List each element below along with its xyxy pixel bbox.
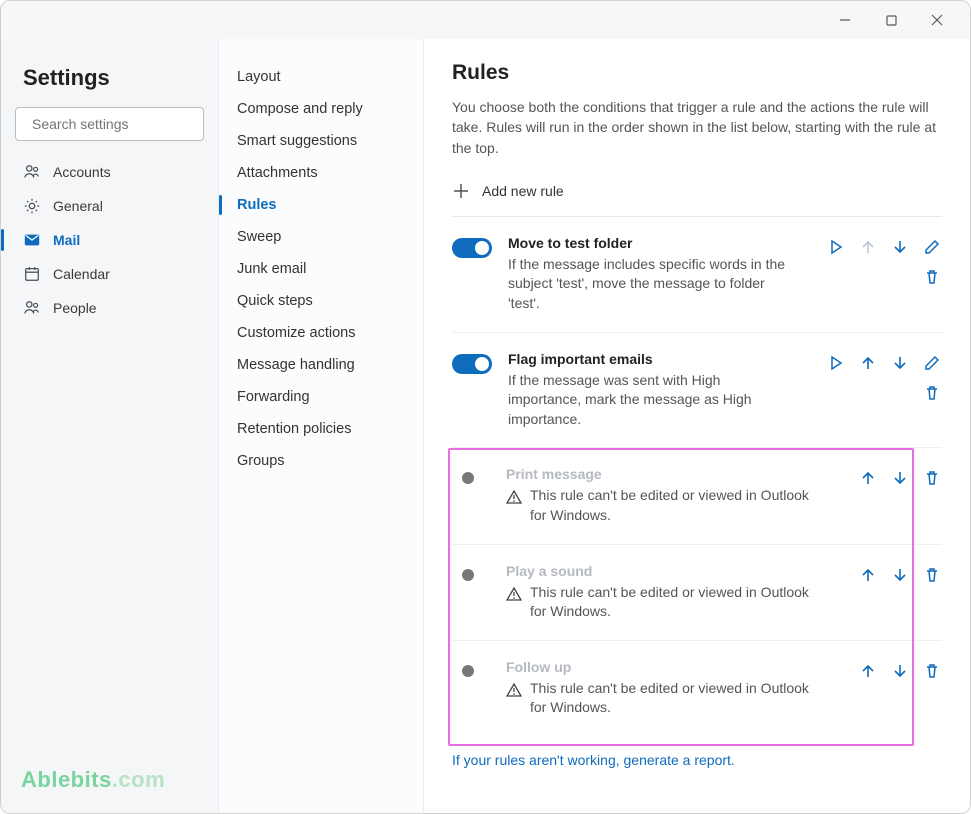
rule-row: Play a sound This rule can't be edited o… [452, 545, 942, 641]
move-up-button[interactable] [858, 565, 878, 585]
rules-panel: Rules You choose both the conditions tha… [424, 39, 970, 813]
delete-rule-button[interactable] [922, 468, 942, 488]
nav-accounts-label: Accounts [53, 164, 111, 180]
subnav-groups[interactable]: Groups [219, 445, 423, 477]
rule-description: This rule can't be edited or viewed in O… [530, 583, 810, 622]
move-down-button[interactable] [890, 353, 910, 373]
plus-icon [452, 182, 470, 200]
nav-general[interactable]: General [1, 189, 218, 223]
titlebar [1, 1, 970, 39]
nav-mail[interactable]: Mail [1, 223, 218, 257]
move-up-button[interactable] [858, 661, 878, 681]
add-rule-label: Add new rule [482, 183, 564, 199]
minimize-button[interactable] [822, 4, 868, 36]
maximize-button[interactable] [868, 4, 914, 36]
mail-icon [23, 231, 41, 249]
generate-report-link[interactable]: If your rules aren't working, generate a… [452, 752, 942, 768]
subnav-layout[interactable]: Layout [219, 61, 423, 93]
subnav-forwarding[interactable]: Forwarding [219, 381, 423, 413]
rule-name: Flag important emails [508, 351, 810, 367]
delete-rule-button[interactable] [922, 383, 942, 403]
add-rule-button[interactable]: Add new rule [452, 176, 942, 217]
rule-name: Follow up [506, 659, 842, 675]
calendar-icon [23, 265, 41, 283]
warning-icon [506, 682, 522, 698]
move-down-button[interactable] [890, 468, 910, 488]
rule-disabled-dot [462, 665, 474, 677]
nav-people[interactable]: People [1, 291, 218, 325]
rule-disabled-dot [462, 569, 474, 581]
rule-name: Play a sound [506, 563, 842, 579]
nav-calendar-label: Calendar [53, 266, 110, 282]
warning-icon [506, 489, 522, 505]
rule-row: Print message This rule can't be edited … [452, 448, 942, 544]
run-rule-button[interactable] [826, 353, 846, 373]
mail-settings-subnav: Layout Compose and reply Smart suggestio… [219, 39, 424, 813]
move-down-button[interactable] [890, 565, 910, 585]
rules-description: You choose both the conditions that trig… [452, 97, 942, 158]
edit-rule-button[interactable] [922, 237, 942, 257]
settings-sidebar: Settings Accounts General Mail Calendar [1, 39, 219, 813]
nav-calendar[interactable]: Calendar [1, 257, 218, 291]
subnav-smart[interactable]: Smart suggestions [219, 125, 423, 157]
delete-rule-button[interactable] [922, 661, 942, 681]
warning-icon [506, 586, 522, 602]
rule-description: If the message was sent with High import… [508, 371, 788, 430]
brand-pre: Ablebits [21, 767, 112, 792]
nav-accounts[interactable]: Accounts [1, 155, 218, 189]
subnav-retention[interactable]: Retention policies [219, 413, 423, 445]
delete-rule-button[interactable] [922, 565, 942, 585]
edit-rule-button[interactable] [922, 353, 942, 373]
subnav-compose[interactable]: Compose and reply [219, 93, 423, 125]
rule-description: This rule can't be edited or viewed in O… [530, 486, 810, 525]
nav-people-label: People [53, 300, 97, 316]
move-down-button[interactable] [890, 237, 910, 257]
rule-row: Move to test folder If the message inclu… [452, 217, 942, 333]
close-button[interactable] [914, 4, 960, 36]
move-up-button [858, 237, 878, 257]
delete-rule-button[interactable] [922, 267, 942, 287]
rule-row: Flag important emails If the message was… [452, 333, 942, 449]
settings-title: Settings [1, 57, 218, 107]
people-icon [23, 299, 41, 317]
move-up-button[interactable] [858, 468, 878, 488]
accounts-icon [23, 163, 41, 181]
nav-general-label: General [53, 198, 103, 214]
search-settings[interactable] [15, 107, 204, 141]
subnav-junk[interactable]: Junk email [219, 253, 423, 285]
move-down-button[interactable] [890, 661, 910, 681]
brand-watermark: Ablebits.com [1, 767, 218, 813]
subnav-attachments[interactable]: Attachments [219, 157, 423, 189]
rule-row: Follow up This rule can't be edited or v… [452, 641, 942, 736]
rule-description: This rule can't be edited or viewed in O… [530, 679, 810, 718]
search-input[interactable] [30, 115, 215, 133]
subnav-handling[interactable]: Message handling [219, 349, 423, 381]
brand-post: .com [112, 767, 165, 792]
rule-toggle[interactable] [452, 238, 492, 258]
rule-disabled-dot [462, 472, 474, 484]
rule-name: Print message [506, 466, 842, 482]
move-up-button[interactable] [858, 353, 878, 373]
subnav-rules[interactable]: Rules [219, 189, 423, 221]
nav-mail-label: Mail [53, 232, 80, 248]
subnav-quick[interactable]: Quick steps [219, 285, 423, 317]
subnav-customize[interactable]: Customize actions [219, 317, 423, 349]
run-rule-button[interactable] [826, 237, 846, 257]
rule-description: If the message includes specific words i… [508, 255, 788, 314]
subnav-sweep[interactable]: Sweep [219, 221, 423, 253]
rule-name: Move to test folder [508, 235, 810, 251]
gear-icon [23, 197, 41, 215]
rule-toggle[interactable] [452, 354, 492, 374]
rules-heading: Rules [452, 61, 942, 85]
